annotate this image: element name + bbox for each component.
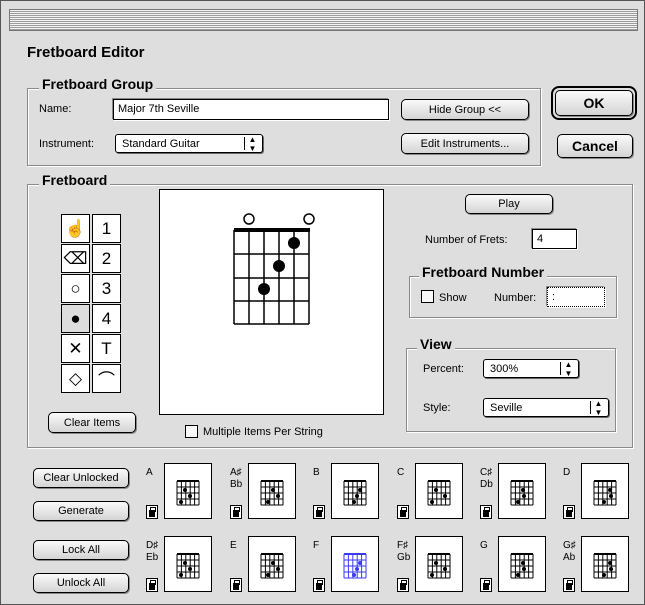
filled-dot-tool-icon[interactable]: ● — [61, 304, 90, 333]
lock-icon[interactable] — [230, 578, 242, 592]
percent-value: 300% — [490, 362, 519, 375]
palette-finger-4[interactable]: 4 — [92, 304, 121, 333]
ok-button[interactable]: OK — [555, 90, 633, 116]
key-label: A — [146, 467, 153, 478]
key-thumbnail[interactable] — [164, 536, 212, 592]
key-thumbnail[interactable] — [248, 463, 296, 519]
key-thumbnail[interactable] — [581, 463, 629, 519]
key-thumbnail[interactable] — [248, 536, 296, 592]
percent-popup[interactable]: 300% ▲ ▼ — [483, 359, 579, 378]
key-label: C — [397, 467, 405, 478]
key-thumbnail[interactable] — [331, 463, 379, 519]
name-input[interactable]: Major 7th Seville — [113, 99, 389, 120]
lock-icon[interactable] — [397, 578, 409, 592]
multiple-items-label: Multiple Items Per String — [203, 426, 323, 438]
lock-icon[interactable] — [397, 505, 409, 519]
key-alt-label: Ab — [563, 552, 576, 563]
lock-icon[interactable] — [146, 578, 158, 592]
barre-tool-icon[interactable]: ⌒ — [92, 364, 121, 393]
x-mark-tool-icon[interactable]: ✕ — [61, 334, 90, 363]
percent-label: Percent: — [423, 363, 464, 375]
hand-tool-icon[interactable]: ☝ — [61, 214, 90, 243]
fretboard-number-heading: Fretboard Number — [419, 264, 548, 280]
key-label: C♯ — [480, 467, 493, 478]
key-alt-label: Bb — [230, 479, 243, 490]
lock-icon[interactable] — [146, 505, 158, 519]
fretboard-editor-window: Fretboard Editor OK Cancel Fretboard Gro… — [0, 0, 645, 605]
generate-button[interactable]: Generate — [33, 501, 129, 521]
key-thumbnail[interactable] — [415, 463, 463, 519]
key-thumbnail[interactable] — [498, 536, 546, 592]
palette-thumb-t[interactable]: T — [92, 334, 121, 363]
open-string-marker — [243, 213, 255, 225]
popup-arrows-icon: ▲ ▼ — [244, 135, 260, 153]
key-label: F♯ — [397, 540, 409, 551]
window-title: Fretboard Editor — [27, 44, 145, 61]
lock-icon[interactable] — [313, 505, 325, 519]
instrument-popup[interactable]: Standard Guitar ▲ ▼ — [115, 134, 263, 153]
key-label: A♯ — [230, 467, 242, 478]
key-alt-label: Gb — [397, 552, 411, 563]
key-thumbnail[interactable] — [581, 536, 629, 592]
lock-all-button[interactable]: Lock All — [33, 540, 129, 560]
key-label: G — [480, 540, 488, 551]
lock-icon[interactable] — [563, 578, 575, 592]
key-label: D♯ — [146, 540, 159, 551]
fretboard-number-input[interactable]: : — [547, 287, 605, 307]
key-alt-label: Db — [480, 479, 493, 490]
multiple-items-checkbox[interactable] — [185, 425, 198, 438]
fretboard-heading: Fretboard — [39, 172, 111, 188]
show-label: Show — [439, 292, 467, 304]
lock-icon[interactable] — [480, 578, 492, 592]
number-label: Number: — [494, 292, 537, 304]
number-of-frets-label: Number of Frets: — [425, 234, 508, 246]
lock-icon[interactable] — [563, 505, 575, 519]
key-label: G♯ — [563, 540, 576, 551]
key-thumbnail[interactable] — [331, 536, 379, 592]
view-heading: View — [417, 336, 455, 352]
key-thumbnail[interactable] — [498, 463, 546, 519]
eraser-tool-icon[interactable]: ⌫ — [61, 244, 90, 273]
finger-dot — [273, 260, 285, 272]
instrument-value: Standard Guitar — [122, 137, 200, 150]
fretboard-group-heading: Fretboard Group — [39, 76, 157, 92]
instrument-label: Instrument: — [39, 138, 95, 150]
clear-items-button[interactable]: Clear Items — [48, 412, 136, 433]
style-popup[interactable]: Seville ▲ ▼ — [483, 398, 609, 417]
diamond-tool-icon[interactable]: ◇ — [61, 364, 90, 393]
lock-icon[interactable] — [313, 578, 325, 592]
title-bar[interactable] — [9, 9, 638, 31]
popup-arrows-icon: ▲ ▼ — [560, 360, 576, 378]
hide-group-button[interactable]: Hide Group << — [401, 99, 529, 120]
key-label: B — [313, 467, 320, 478]
chord-diagram — [233, 213, 315, 325]
number-of-frets-input[interactable]: 4 — [532, 229, 577, 249]
clear-unlocked-button[interactable]: Clear Unlocked — [33, 468, 129, 488]
fretboard-canvas[interactable] — [159, 189, 384, 415]
style-label: Style: — [423, 402, 451, 414]
style-value: Seville — [490, 401, 523, 414]
key-label: F — [313, 540, 320, 551]
key-thumbnail[interactable] — [164, 463, 212, 519]
open-circle-tool-icon[interactable]: ○ — [61, 274, 90, 303]
name-label: Name: — [39, 103, 72, 115]
lock-icon[interactable] — [480, 505, 492, 519]
edit-instruments-button[interactable]: Edit Instruments... — [401, 133, 529, 154]
palette-finger-1[interactable]: 1 — [92, 214, 121, 243]
open-string-marker — [303, 213, 315, 225]
unlock-all-button[interactable]: Unlock All — [33, 573, 129, 593]
finger-dot — [288, 237, 300, 249]
palette-finger-2[interactable]: 2 — [92, 244, 121, 273]
key-thumbnail[interactable] — [415, 536, 463, 592]
key-alt-label: Eb — [146, 552, 159, 563]
cancel-button[interactable]: Cancel — [557, 134, 633, 158]
play-button[interactable]: Play — [465, 194, 553, 214]
finger-dot — [258, 283, 270, 295]
palette-finger-3[interactable]: 3 — [92, 274, 121, 303]
key-label: E — [230, 540, 237, 551]
show-number-checkbox[interactable] — [421, 290, 434, 303]
popup-arrows-icon: ▲ ▼ — [590, 399, 606, 417]
lock-icon[interactable] — [230, 505, 242, 519]
key-label: D — [563, 467, 571, 478]
